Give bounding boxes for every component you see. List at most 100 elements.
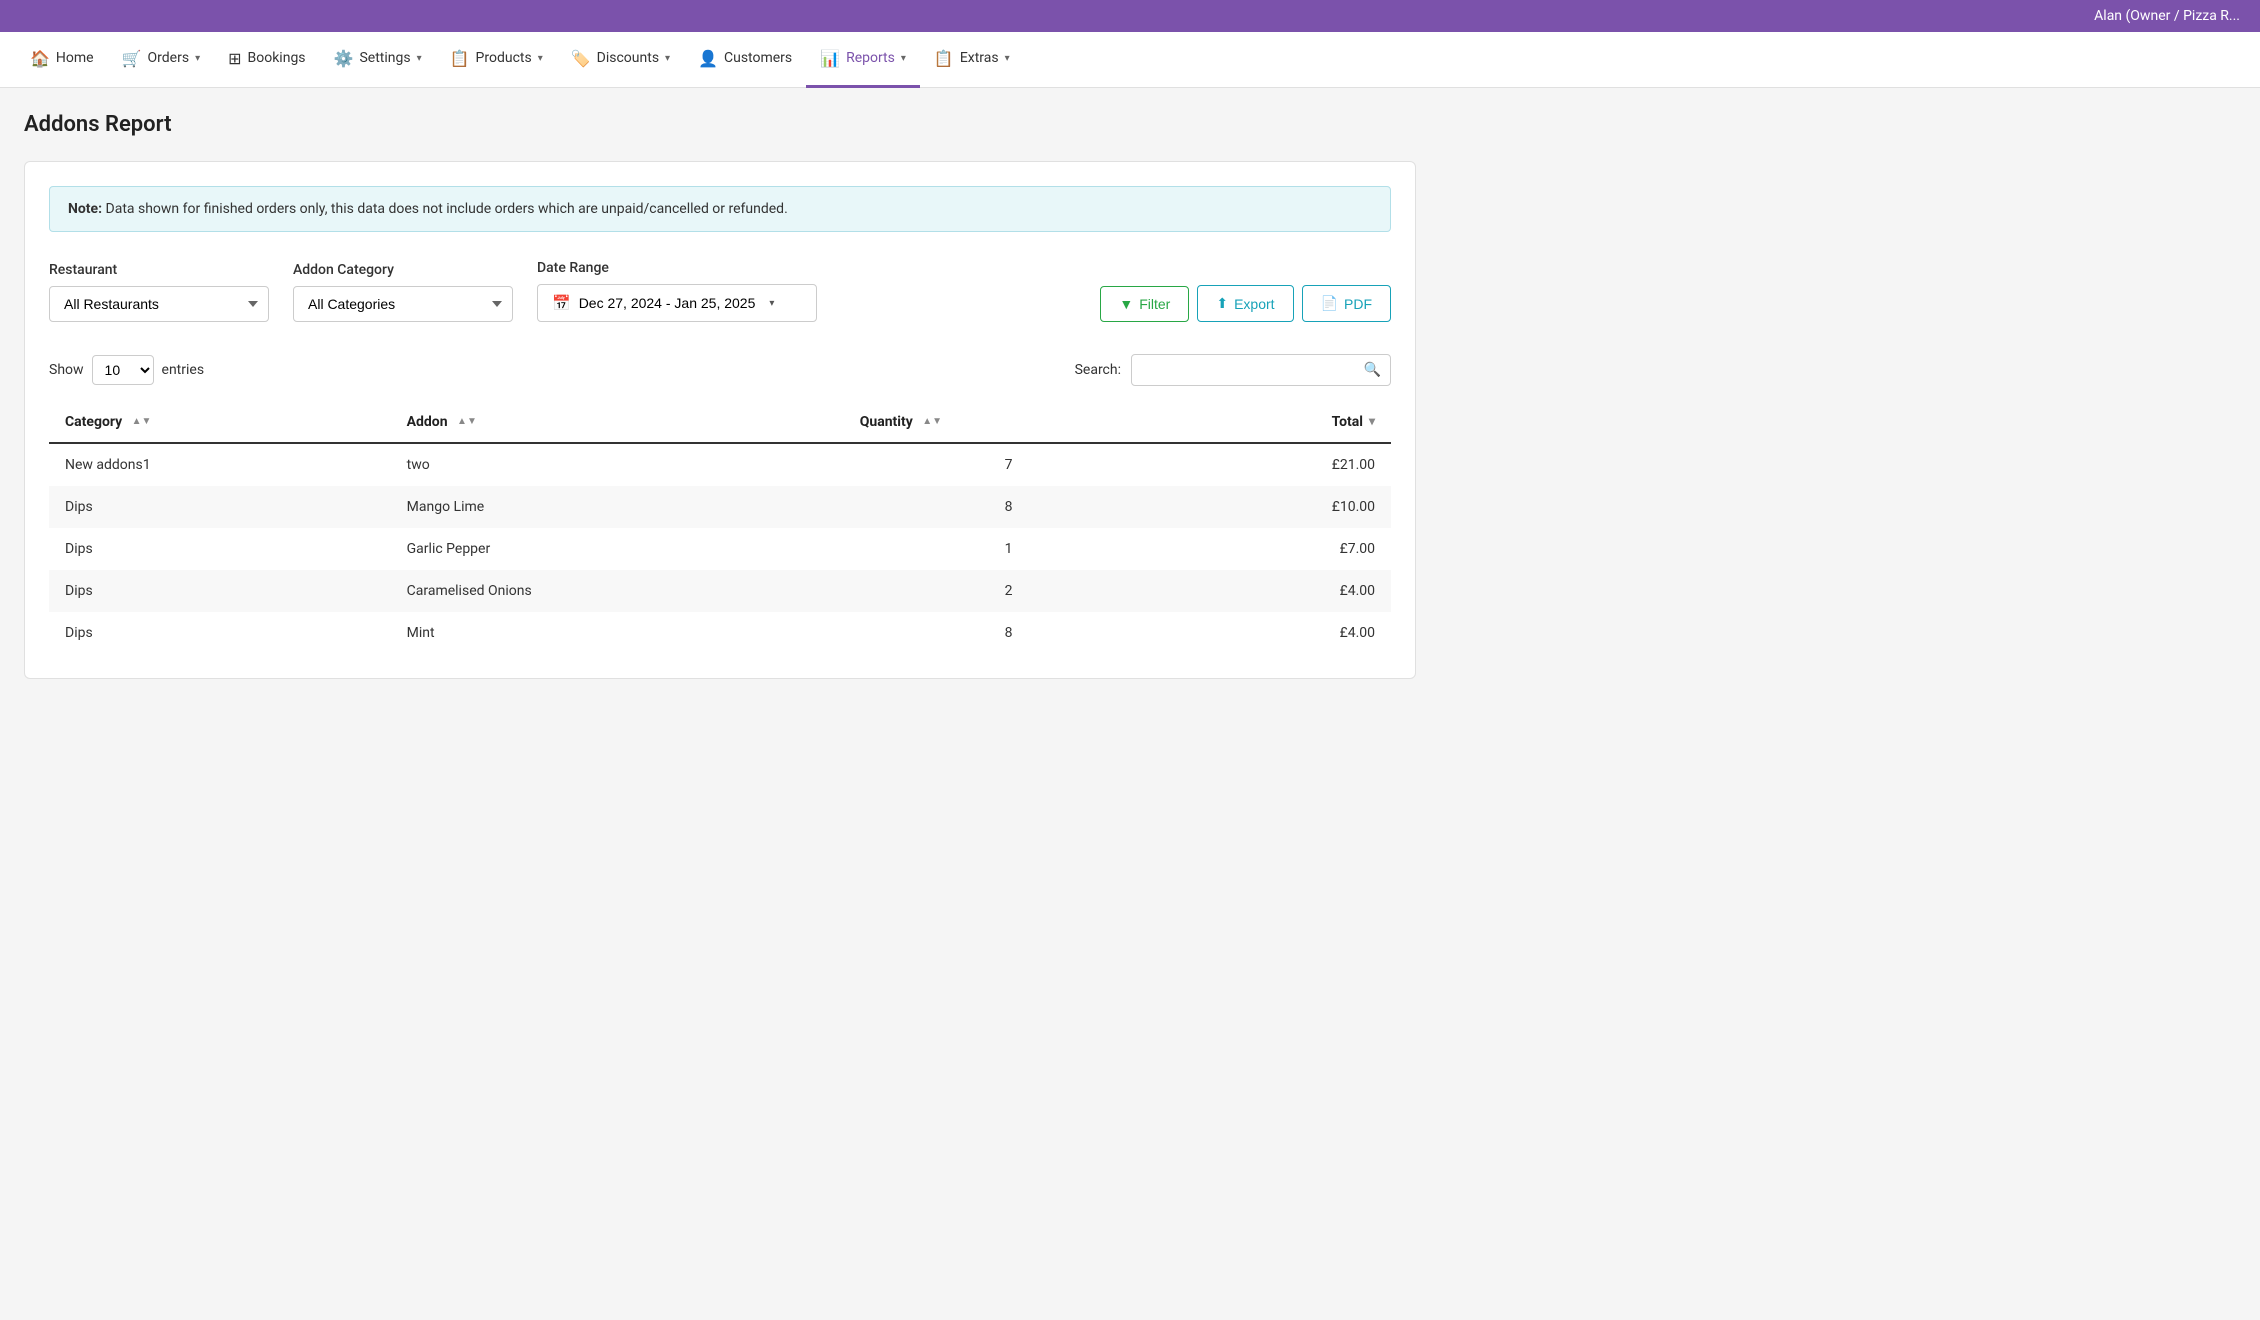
cell-addon: Caramelised Onions <box>391 570 844 612</box>
table-row: Dips Mint 8 £4.00 <box>49 612 1391 654</box>
orders-chevron-icon: ▾ <box>195 53 200 64</box>
nav-extras-label: Extras <box>960 50 999 66</box>
cell-quantity: 8 <box>844 486 1174 528</box>
page-title: Addons Report <box>24 112 1416 137</box>
nav-customers-label: Customers <box>724 50 792 66</box>
home-icon: 🏠 <box>30 49 50 68</box>
nav-home-label: Home <box>56 50 94 66</box>
quantity-sort-icon: ▲▼ <box>922 417 942 427</box>
entries-select[interactable]: 10 25 50 100 <box>92 355 154 385</box>
cell-total: £21.00 <box>1174 443 1391 486</box>
col-addon-label: Addon <box>407 414 448 430</box>
settings-icon: ⚙️ <box>334 49 354 68</box>
note-box: Note: Data shown for finished orders onl… <box>49 186 1391 232</box>
nav-settings[interactable]: ⚙️ Settings ▾ <box>320 32 436 88</box>
extras-icon: 📋 <box>934 49 954 68</box>
table-body: New addons1 two 7 £21.00 Dips Mango Lime… <box>49 443 1391 654</box>
search-input-wrap: 🔍 <box>1131 354 1391 386</box>
nav-bookings-label: Bookings <box>248 50 306 66</box>
date-range-button[interactable]: 📅 Dec 27, 2024 - Jan 25, 2025 ▾ <box>537 284 817 322</box>
nav-orders[interactable]: 🛒 Orders ▾ <box>108 32 215 88</box>
pdf-button-label: PDF <box>1344 296 1372 312</box>
action-buttons: ▼ Filter ⬆ Export 📄 PDF <box>1100 285 1391 322</box>
col-quantity-label: Quantity <box>860 414 913 430</box>
products-chevron-icon: ▾ <box>538 53 543 64</box>
reports-icon: 📊 <box>820 49 840 68</box>
col-category-label: Category <box>65 414 122 430</box>
filter-row: Restaurant All Restaurants Addon Categor… <box>49 260 1391 322</box>
settings-chevron-icon: ▾ <box>417 53 422 64</box>
date-caret-icon: ▾ <box>769 298 774 309</box>
top-bar: Alan (Owner / Pizza R... <box>0 0 2260 32</box>
restaurant-filter-group: Restaurant All Restaurants <box>49 262 269 322</box>
main-content: Addons Report Note: Data shown for finis… <box>0 88 1440 703</box>
entries-suffix: entries <box>162 362 205 378</box>
nav-customers[interactable]: 👤 Customers <box>684 32 806 88</box>
cell-category: New addons1 <box>49 443 391 486</box>
table-row: Dips Garlic Pepper 1 £7.00 <box>49 528 1391 570</box>
category-sort-icon: ▲▼ <box>132 417 152 427</box>
reports-chevron-icon: ▾ <box>901 53 906 64</box>
restaurant-select[interactable]: All Restaurants <box>49 286 269 322</box>
col-total[interactable]: Total ▾ <box>1174 402 1391 443</box>
table-row: Dips Caramelised Onions 2 £4.00 <box>49 570 1391 612</box>
orders-icon: 🛒 <box>122 49 142 68</box>
date-range-filter-group: Date Range 📅 Dec 27, 2024 - Jan 25, 2025… <box>537 260 817 322</box>
show-label: Show <box>49 362 84 378</box>
cell-total: £10.00 <box>1174 486 1391 528</box>
search-icon: 🔍 <box>1364 362 1381 378</box>
cell-addon: two <box>391 443 844 486</box>
nav-discounts[interactable]: 🏷️ Discounts ▾ <box>557 32 684 88</box>
date-range-value: Dec 27, 2024 - Jan 25, 2025 <box>579 295 756 311</box>
note-prefix: Note: <box>68 201 102 217</box>
cell-total: £7.00 <box>1174 528 1391 570</box>
export-button-label: Export <box>1234 296 1274 312</box>
col-category[interactable]: Category ▲▼ <box>49 402 391 443</box>
cell-addon: Mint <box>391 612 844 654</box>
cell-category: Dips <box>49 486 391 528</box>
cell-quantity: 8 <box>844 612 1174 654</box>
search-box: Search: 🔍 <box>1075 354 1391 386</box>
addon-sort-icon: ▲▼ <box>457 417 477 427</box>
customers-icon: 👤 <box>698 49 718 68</box>
col-quantity[interactable]: Quantity ▲▼ <box>844 402 1174 443</box>
search-input[interactable] <box>1131 354 1391 386</box>
products-icon: 📋 <box>450 49 470 68</box>
nav-home[interactable]: 🏠 Home <box>16 32 108 88</box>
nav-reports[interactable]: 📊 Reports ▾ <box>806 32 920 88</box>
date-range-label: Date Range <box>537 260 817 276</box>
total-sort-icon: ▾ <box>1369 414 1375 428</box>
bookings-icon: ⊞ <box>228 49 241 68</box>
nav-extras[interactable]: 📋 Extras ▾ <box>920 32 1024 88</box>
user-info: Alan (Owner / Pizza R... <box>2094 8 2240 24</box>
nav-bar: 🏠 Home 🛒 Orders ▾ ⊞ Bookings ⚙️ Settings… <box>0 32 2260 88</box>
cell-addon: Garlic Pepper <box>391 528 844 570</box>
filter-button-label: Filter <box>1139 296 1170 312</box>
extras-chevron-icon: ▾ <box>1005 53 1010 64</box>
nav-settings-label: Settings <box>359 50 410 66</box>
discounts-chevron-icon: ▾ <box>665 53 670 64</box>
export-button[interactable]: ⬆ Export <box>1197 285 1293 322</box>
nav-orders-label: Orders <box>148 50 190 66</box>
addon-category-label: Addon Category <box>293 262 513 278</box>
filter-funnel-icon: ▼ <box>1119 296 1133 312</box>
addon-category-select[interactable]: All Categories <box>293 286 513 322</box>
search-label: Search: <box>1075 362 1121 378</box>
discounts-icon: 🏷️ <box>571 49 591 68</box>
table-controls: Show 10 25 50 100 entries Search: 🔍 <box>49 354 1391 386</box>
nav-products-label: Products <box>476 50 532 66</box>
nav-bookings[interactable]: ⊞ Bookings <box>214 32 319 88</box>
cell-category: Dips <box>49 570 391 612</box>
addons-table: Category ▲▼ Addon ▲▼ Quantity ▲▼ Total ▾ <box>49 402 1391 654</box>
nav-products[interactable]: 📋 Products ▾ <box>436 32 557 88</box>
filter-button[interactable]: ▼ Filter <box>1100 286 1189 322</box>
show-entries: Show 10 25 50 100 entries <box>49 355 204 385</box>
calendar-icon: 📅 <box>552 294 571 312</box>
table-row: Dips Mango Lime 8 £10.00 <box>49 486 1391 528</box>
main-card: Note: Data shown for finished orders onl… <box>24 161 1416 679</box>
cell-addon: Mango Lime <box>391 486 844 528</box>
pdf-button[interactable]: 📄 PDF <box>1302 285 1391 322</box>
cell-quantity: 1 <box>844 528 1174 570</box>
addon-category-filter-group: Addon Category All Categories <box>293 262 513 322</box>
col-addon[interactable]: Addon ▲▼ <box>391 402 844 443</box>
